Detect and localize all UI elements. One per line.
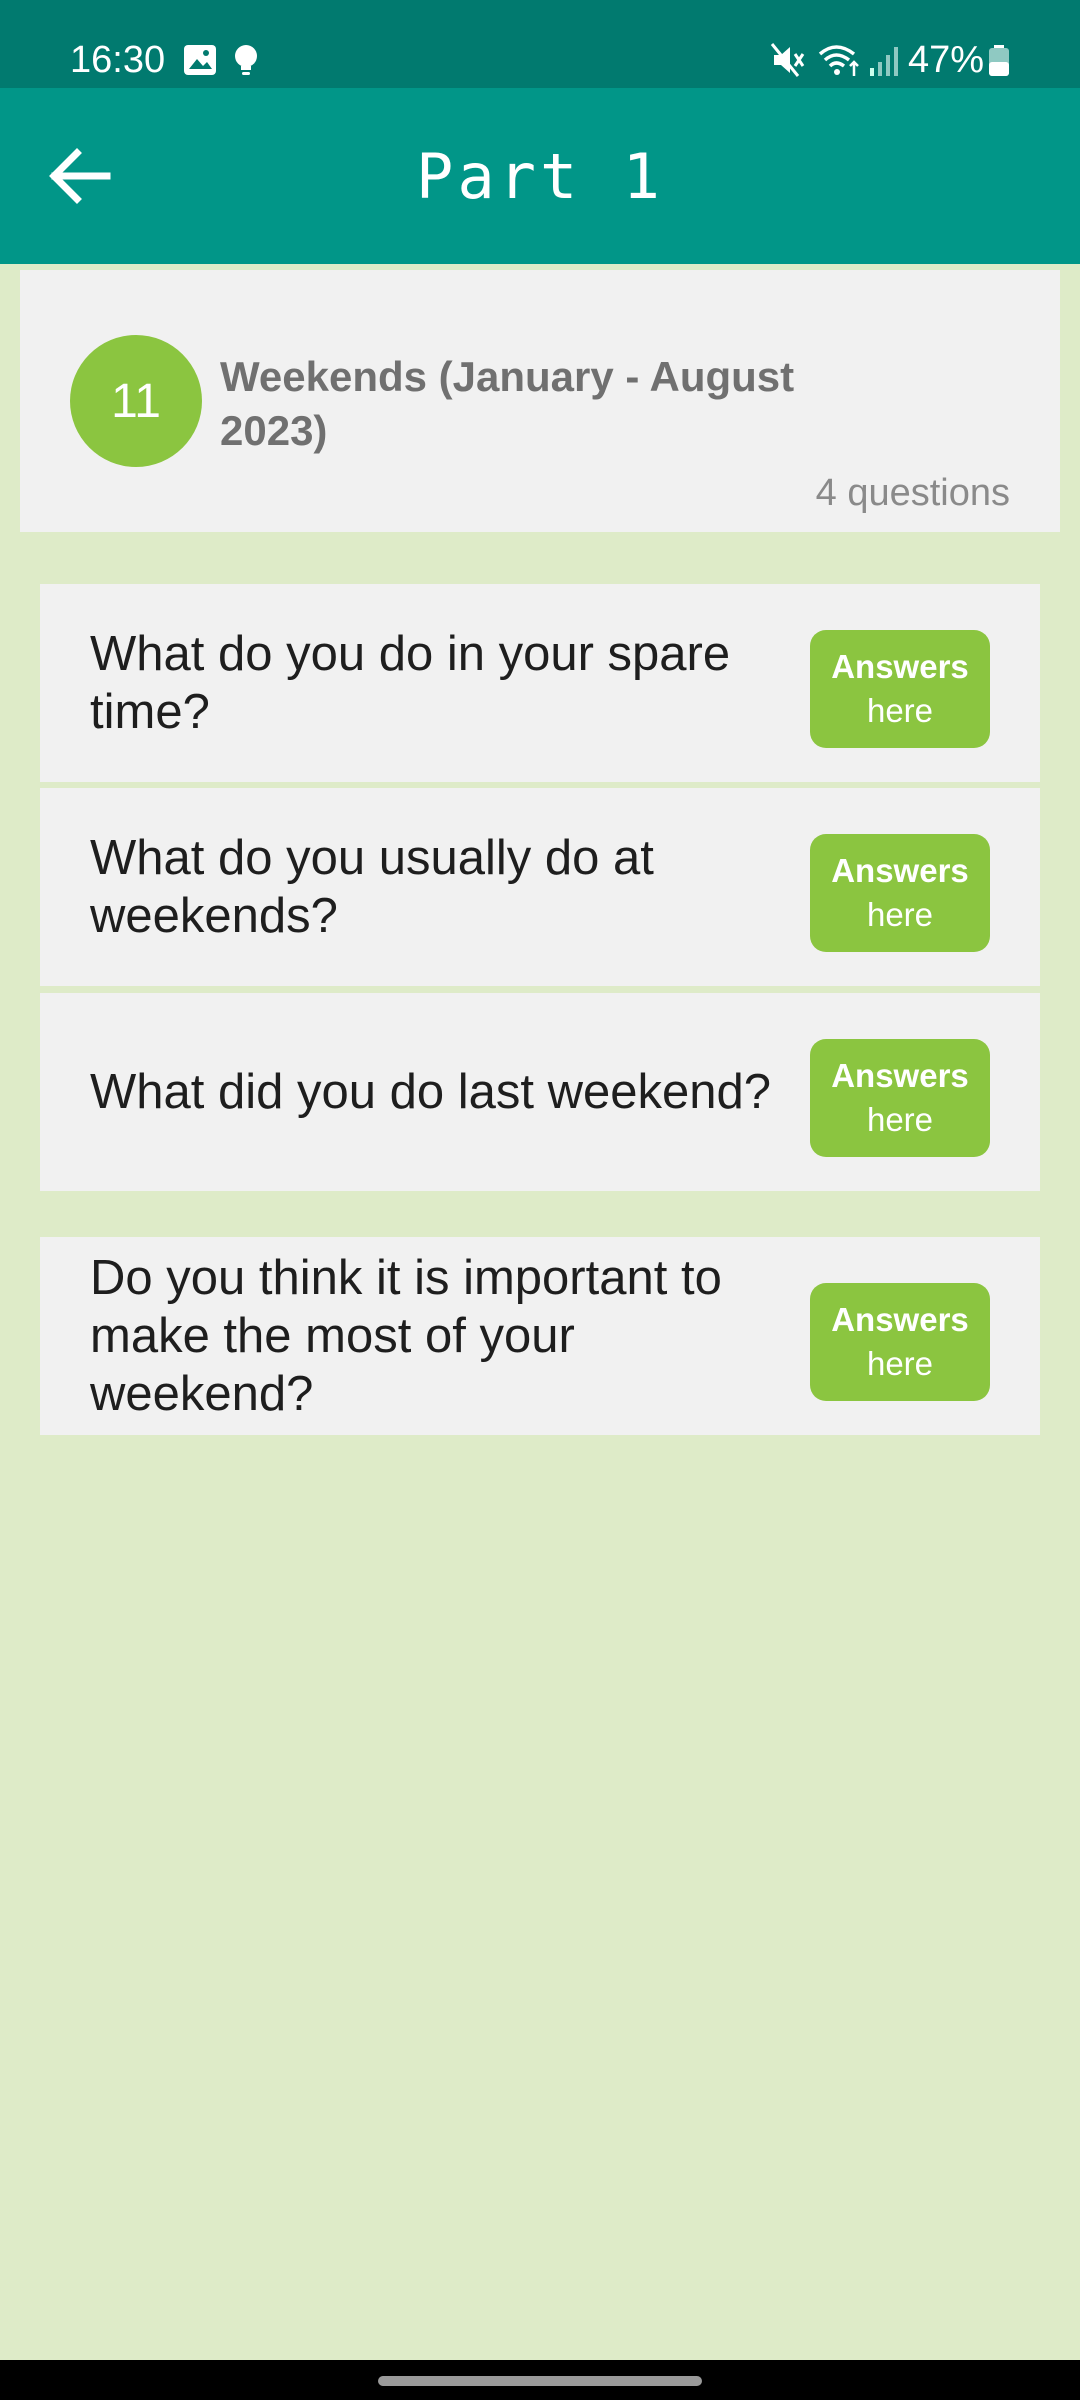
question-card: What did you do last weekend? Answers he…	[40, 993, 1040, 1191]
answers-here-button[interactable]: Answers here	[810, 834, 990, 952]
answers-here-button[interactable]: Answers here	[810, 1283, 990, 1401]
answers-button-sublabel: here	[866, 692, 934, 729]
answers-button-label: Answers	[831, 1301, 969, 1338]
answers-button-sublabel: here	[866, 1101, 934, 1138]
page-title: Part 1	[416, 139, 664, 213]
topic-header-card: 11 Weekends (January - August 2023) 4 qu…	[20, 270, 1060, 532]
answers-here-button[interactable]: Answers here	[810, 630, 990, 748]
question-card: Do you think it is important to make the…	[40, 1237, 1040, 1435]
topic-title: Weekends (January - August 2023)	[220, 353, 795, 454]
battery-icon	[984, 40, 1014, 80]
status-bar: 16:30 47%	[0, 0, 1080, 88]
answers-here-button[interactable]: Answers here	[810, 1039, 990, 1157]
arrow-left-icon	[49, 148, 111, 204]
topic-number-badge: 11	[70, 335, 202, 467]
mute-icon	[768, 40, 808, 80]
battery-percent: 47%	[908, 39, 985, 81]
answers-button-sublabel: here	[866, 896, 934, 933]
status-time: 16:30	[70, 39, 166, 81]
question-text: Do you think it is important to make the…	[90, 1251, 722, 1421]
answers-button-label: Answers	[831, 1057, 969, 1094]
signal-icon	[866, 40, 906, 80]
wifi-icon	[816, 40, 862, 80]
question-text: What do you usually do at weekends?	[90, 831, 654, 943]
screen: 16:30 47% Part 1 11 Weekends (January - …	[0, 0, 1080, 2400]
question-text: What did you do last weekend?	[90, 1065, 771, 1119]
home-gesture-handle[interactable]	[378, 2376, 702, 2386]
answers-button-sublabel: here	[866, 1345, 934, 1382]
question-text: What do you do in your spare time?	[90, 627, 731, 739]
image-icon	[180, 40, 220, 80]
app-bar: Part 1	[0, 88, 1080, 264]
answers-button-label: Answers	[831, 648, 969, 685]
question-count: 4 questions	[815, 472, 1010, 514]
back-button[interactable]	[30, 128, 130, 224]
question-card: What do you do in your spare time? Answe…	[40, 584, 1040, 782]
answers-button-label: Answers	[831, 852, 969, 889]
question-card: What do you usually do at weekends? Answ…	[40, 788, 1040, 986]
system-nav-bar	[0, 2360, 1080, 2400]
bulb-icon	[226, 40, 266, 80]
